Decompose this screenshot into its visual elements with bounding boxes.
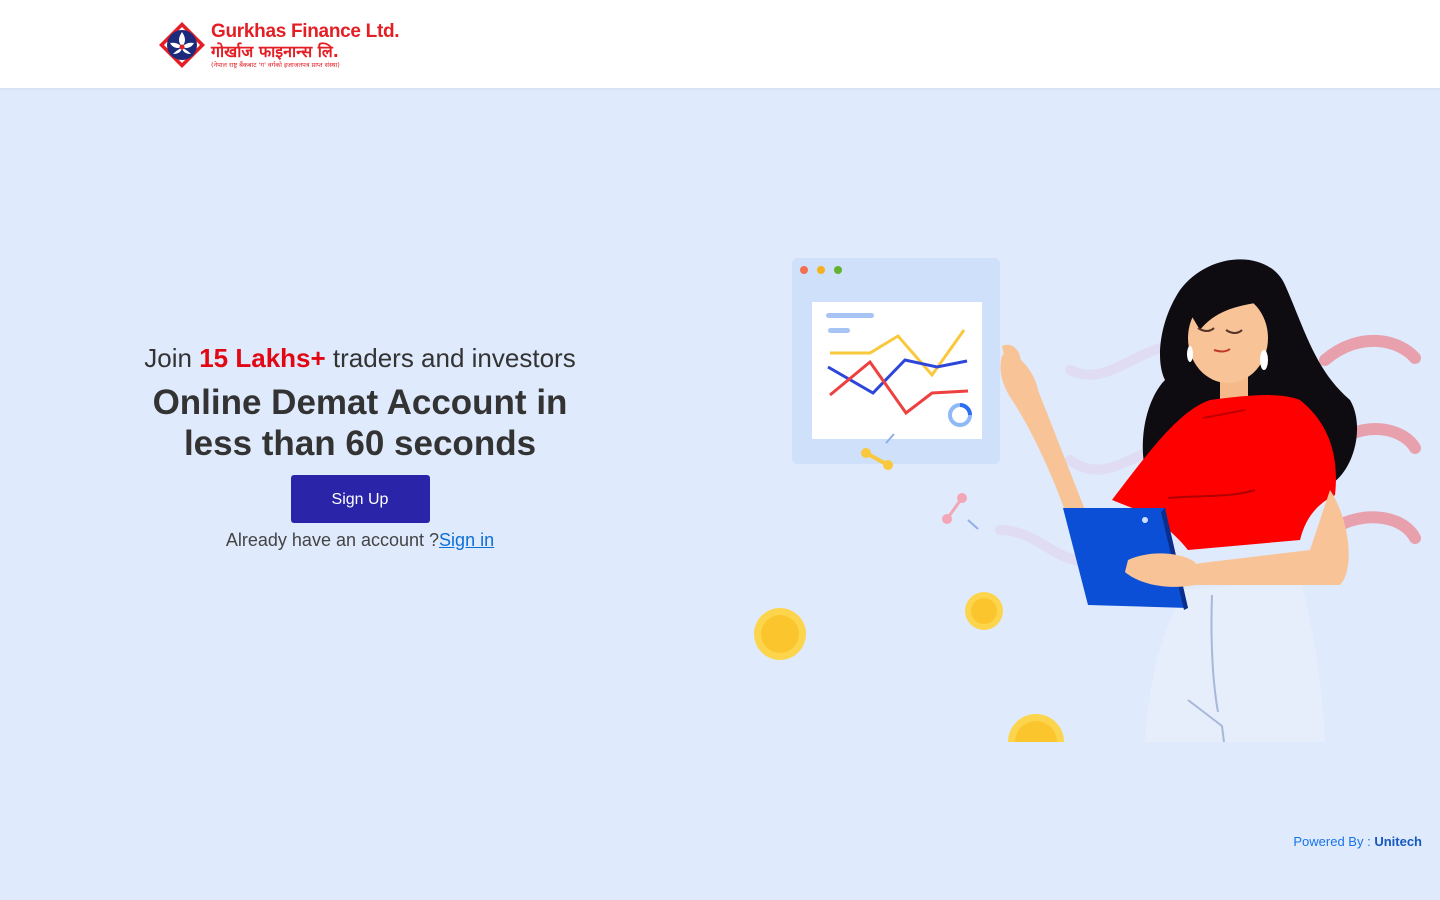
top-header: Gurkhas Finance Ltd. गोर्खाज फाइनान्स लि… <box>0 0 1440 88</box>
join-highlight: 15 Lakhs+ <box>199 343 326 373</box>
powered-label: Powered By : <box>1293 834 1375 849</box>
join-suffix: traders and investors <box>325 343 576 373</box>
lotus-emblem-icon <box>159 22 205 68</box>
logo-name-np: गोर्खाज फाइनान्स लि. <box>211 42 339 61</box>
powered-by: Powered By : Unitech <box>1293 834 1422 849</box>
hero-title-line2: less than 60 seconds <box>183 424 537 463</box>
hero-title-line1: Online Demat Account in <box>152 383 568 422</box>
company-logo[interactable]: Gurkhas Finance Ltd. गोर्खाज फाइनान्स लि… <box>158 18 400 72</box>
sign-in-link[interactable]: Sign in <box>439 530 494 550</box>
logo-tagline: (नेपाल राष्ट्र बैंकबाट 'ग' वर्गको इजाजतप… <box>211 61 340 69</box>
trader-illustration <box>754 258 1421 743</box>
sign-up-button[interactable]: Sign Up <box>290 475 430 523</box>
join-prefix: Join <box>144 343 200 373</box>
hero-section: Join 15 Lakhs+ traders and investors Onl… <box>80 338 640 551</box>
already-label: Already have an account ? <box>225 530 440 550</box>
join-headline: Join 15 Lakhs+ traders and investors <box>80 338 640 378</box>
powered-brand[interactable]: Unitech <box>1374 834 1422 849</box>
already-account-text: Already have an account ?Sign in <box>80 530 640 551</box>
hero-title: Online Demat Account in less than 60 sec… <box>80 382 640 464</box>
